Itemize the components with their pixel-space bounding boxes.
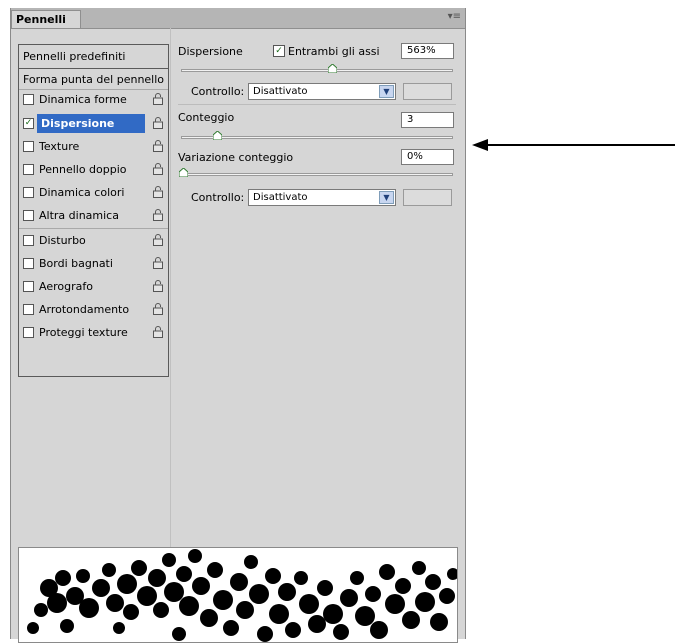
scatter-label: Dispersione	[178, 45, 243, 58]
brush-option-label: Dinamica forme	[39, 93, 127, 106]
brush-option-label: Altra dinamica	[39, 209, 119, 222]
count-jitter-slider-track[interactable]	[179, 173, 453, 176]
brush-option-checkbox[interactable]	[23, 141, 34, 152]
both-axes-label: Entrambi gli assi	[288, 45, 380, 58]
brush-presets-button[interactable]: Pennelli predefiniti	[19, 45, 168, 69]
brush-option-label: Disturbo	[39, 234, 86, 247]
brush-option-checkbox[interactable]	[23, 187, 34, 198]
brush-option-item[interactable]: Bordi bagnati	[19, 254, 168, 273]
control1-select[interactable]: Disattivato ▼	[248, 83, 396, 100]
lock-icon[interactable]	[153, 234, 163, 246]
scatter-value-input[interactable]: 563%	[401, 43, 454, 59]
brush-option-label: Dinamica colori	[39, 186, 125, 199]
brush-option-label: Aerografo	[39, 280, 93, 293]
control2-value: Disattivato	[253, 192, 308, 203]
brush-option-item[interactable]: Arrotondamento	[19, 300, 168, 319]
lock-icon[interactable]	[153, 140, 163, 152]
count-label: Conteggio	[178, 111, 235, 124]
lock-icon[interactable]	[153, 326, 163, 338]
brush-option-checkbox[interactable]	[23, 235, 34, 246]
brush-option-item[interactable]: Altra dinamica	[19, 206, 168, 225]
brush-option-checkbox[interactable]	[23, 327, 34, 338]
brush-option-checkbox[interactable]	[23, 94, 34, 105]
lock-icon[interactable]	[153, 209, 163, 221]
brush-settings-list: Pennelli predefiniti Forma punta del pen…	[18, 44, 169, 377]
control1-value: Disattivato	[253, 86, 308, 97]
tab-pennelli[interactable]: Pennelli	[11, 10, 81, 28]
brush-stroke-preview-image	[27, 549, 457, 642]
panel-tab-bar: Pennelli ▾≡	[11, 8, 465, 29]
count-slider-thumb[interactable]	[212, 131, 222, 140]
annotation-arrow-icon	[472, 139, 675, 151]
list-separator	[19, 228, 168, 229]
brush-option-item[interactable]: Proteggi texture	[19, 323, 168, 342]
section-separator	[178, 104, 456, 105]
brush-option-item[interactable]: Pennello doppio	[19, 160, 168, 179]
brush-option-label: Bordi bagnati	[39, 257, 113, 270]
brush-option-label: Arrotondamento	[39, 303, 130, 316]
brush-stroke-preview	[18, 547, 458, 643]
brush-option-checkbox[interactable]	[23, 281, 34, 292]
control2-label: Controllo:	[191, 191, 245, 204]
brush-option-checkbox[interactable]	[23, 164, 34, 175]
brush-option-item[interactable]: Disturbo	[19, 231, 168, 250]
control1-label: Controllo:	[191, 85, 245, 98]
brush-option-item[interactable]: ✓ Dispersione	[19, 114, 168, 133]
brush-option-checkbox[interactable]	[23, 210, 34, 221]
both-axes-checkbox[interactable]: ✓	[273, 45, 285, 57]
count-value-input[interactable]: 3	[401, 112, 454, 128]
lock-icon[interactable]	[153, 186, 163, 198]
brush-option-checkbox[interactable]: ✓	[23, 118, 34, 129]
brush-option-label: Pennello doppio	[39, 163, 127, 176]
brush-option-label: Proteggi texture	[39, 326, 128, 339]
brush-option-item[interactable]: Dinamica forme	[19, 90, 168, 109]
brush-option-checkbox[interactable]	[23, 304, 34, 315]
control2-select[interactable]: Disattivato ▼	[248, 189, 396, 206]
brushes-panel: Pennelli ▾≡ Pennelli predefiniti Forma p…	[10, 8, 466, 643]
brush-option-item[interactable]: Aerografo	[19, 277, 168, 296]
count-slider-track[interactable]	[181, 136, 453, 139]
panel-menu-icon[interactable]: ▾≡	[448, 11, 461, 22]
control1-fade-input	[403, 83, 452, 100]
brush-option-label: Texture	[39, 140, 80, 153]
lock-icon[interactable]	[153, 117, 163, 129]
lock-icon[interactable]	[153, 93, 163, 105]
brush-option-label: Dispersione	[37, 114, 145, 133]
brush-option-item[interactable]: Dinamica colori	[19, 183, 168, 202]
count-jitter-value-input[interactable]: 0%	[401, 149, 454, 165]
chevron-down-icon[interactable]: ▼	[379, 85, 394, 98]
lock-icon[interactable]	[153, 257, 163, 269]
lock-icon[interactable]	[153, 163, 163, 175]
scatter-slider-thumb[interactable]	[328, 64, 338, 73]
count-jitter-slider-thumb[interactable]	[179, 168, 188, 177]
chevron-down-icon[interactable]: ▼	[379, 191, 394, 204]
control2-fade-input	[403, 189, 452, 206]
brush-tip-shape-item[interactable]: Forma punta del pennello	[19, 70, 168, 90]
brush-option-item[interactable]: Texture	[19, 137, 168, 156]
brush-option-checkbox[interactable]	[23, 258, 34, 269]
lock-icon[interactable]	[153, 280, 163, 292]
count-jitter-label: Variazione conteggio	[178, 151, 294, 164]
lock-icon[interactable]	[153, 303, 163, 315]
scatter-slider-track[interactable]	[181, 69, 453, 72]
